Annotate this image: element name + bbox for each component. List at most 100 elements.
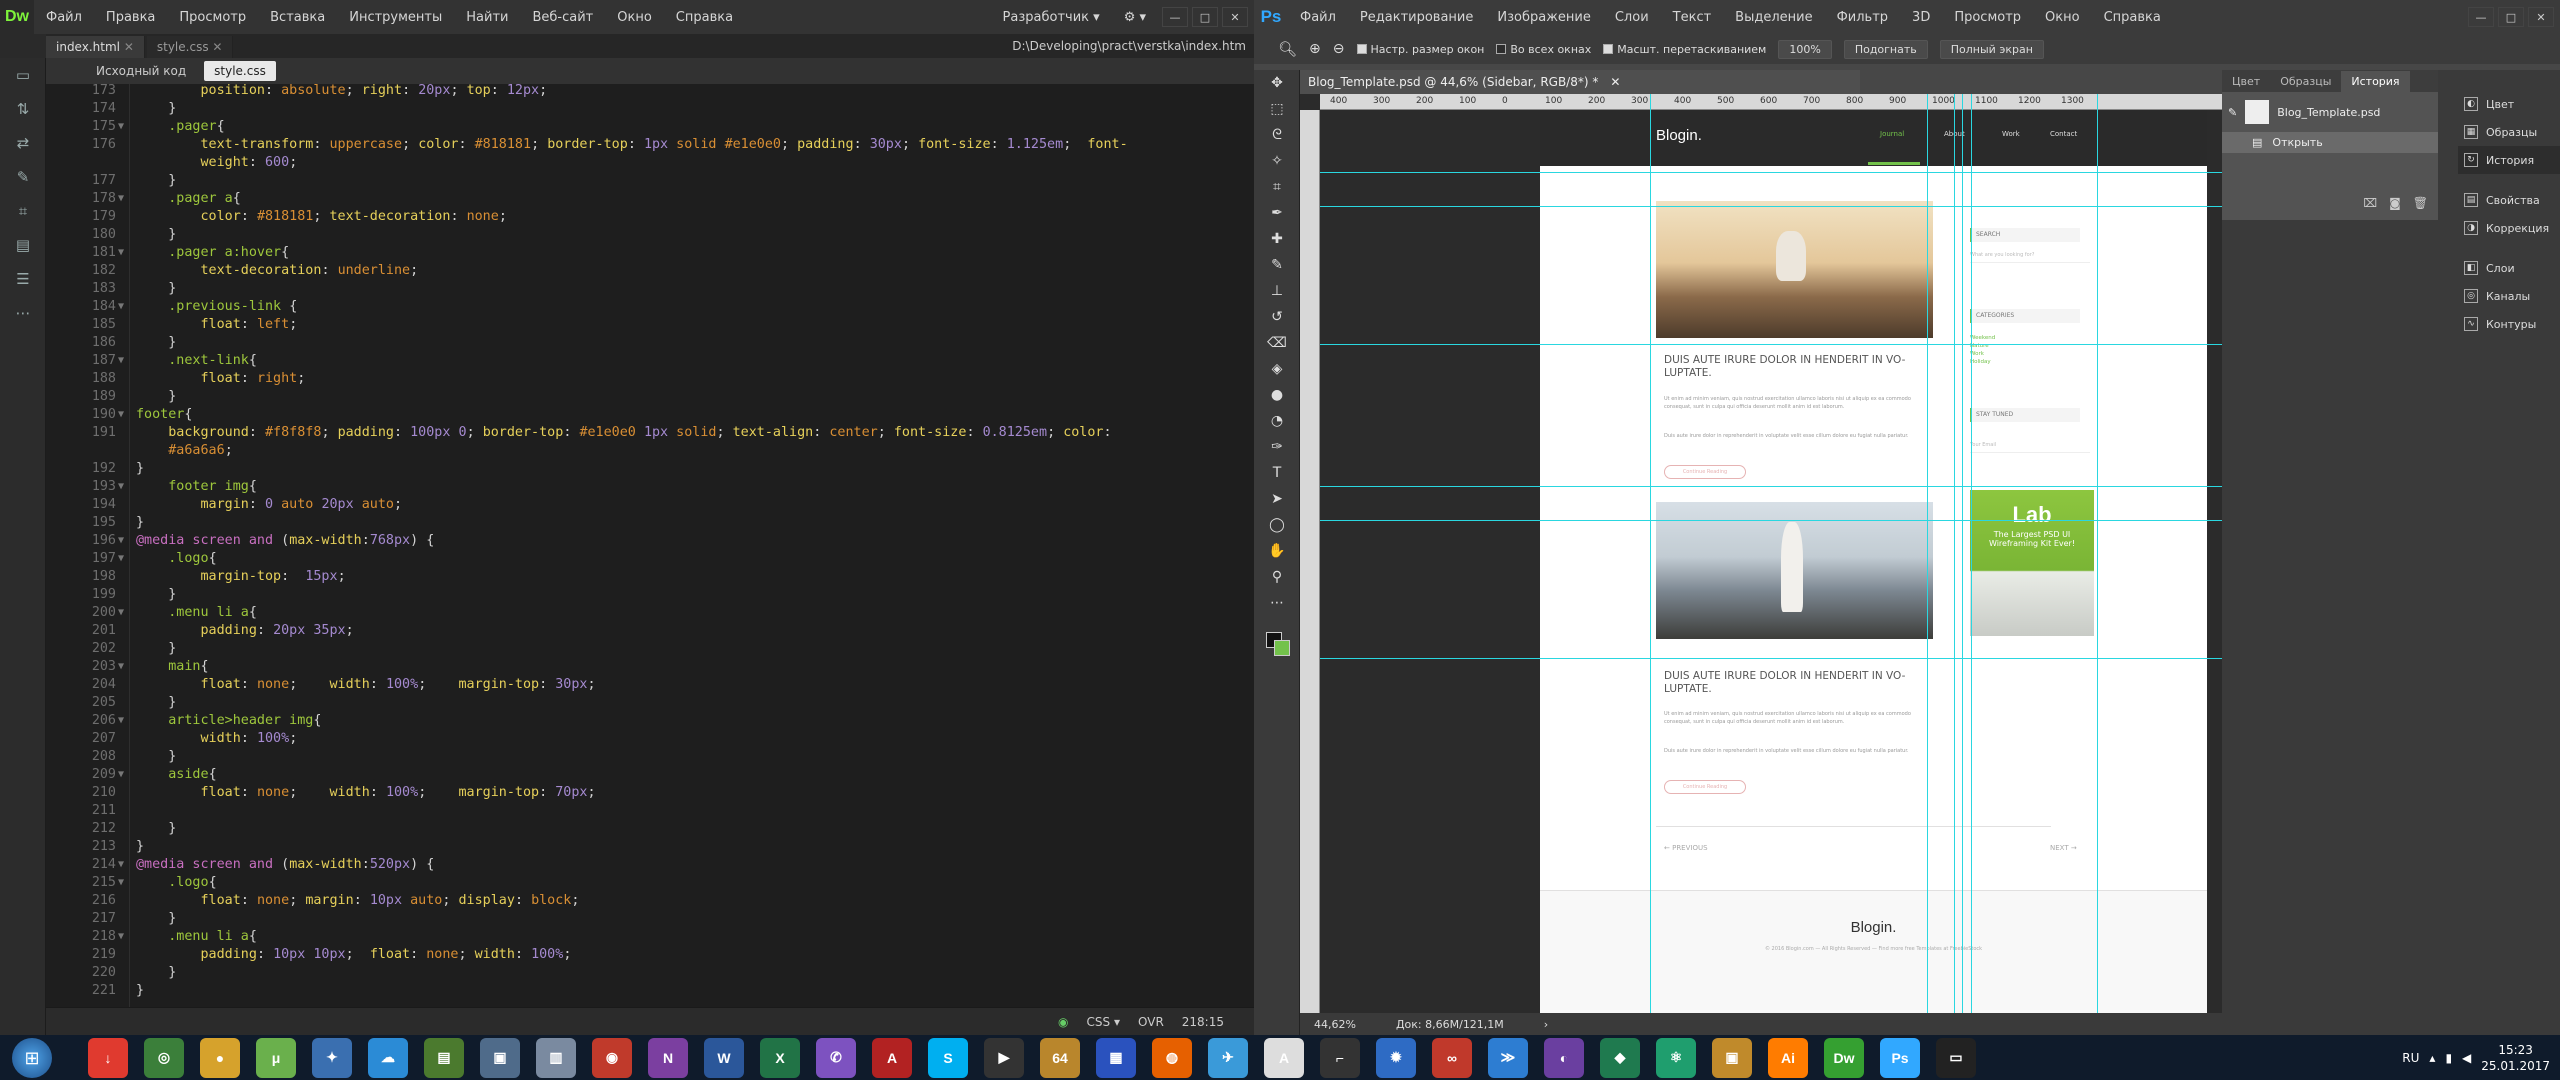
all-windows-checkbox[interactable]: Во всех окнах: [1496, 43, 1591, 56]
code-line[interactable]: 179 color: #818181; text-decoration: non…: [46, 208, 1246, 226]
taskbar-app-icon[interactable]: ◉: [592, 1037, 632, 1078]
code-line[interactable]: 195}: [46, 514, 1246, 532]
shape-tool-icon[interactable]: ◯: [1254, 512, 1300, 538]
taskbar-app-icon[interactable]: ◎: [144, 1037, 184, 1078]
trash-icon[interactable]: 🗑︎: [2413, 196, 2428, 210]
taskbar-app-icon[interactable]: N: [648, 1037, 688, 1078]
history-step-open[interactable]: ▤ Открыть: [2222, 132, 2438, 153]
fold-arrow-icon[interactable]: ▼: [118, 874, 124, 892]
history-panel-tab[interactable]: История: [2341, 70, 2410, 92]
code-line[interactable]: 198 margin-top: 15px;: [46, 568, 1246, 586]
code-line[interactable]: 211: [46, 802, 1246, 820]
comment-icon[interactable]: ▤: [0, 228, 46, 262]
taskbar-app-icon[interactable]: 64: [1040, 1037, 1080, 1078]
taskbar-app-icon[interactable]: Ai: [1768, 1037, 1808, 1078]
ps-menu-item[interactable]: Изображение: [1485, 10, 1602, 25]
maximize-button[interactable]: □: [1192, 7, 1218, 27]
code-line[interactable]: 215 ▼ .logo{: [46, 874, 1246, 892]
code-line[interactable]: 205 }: [46, 694, 1246, 712]
file-icon[interactable]: ▭: [0, 58, 46, 92]
brush-tool-icon[interactable]: ✎: [1254, 252, 1300, 278]
code-line[interactable]: 192}: [46, 460, 1246, 478]
dw-menu-item[interactable]: Правка: [94, 10, 167, 25]
close-doc-icon[interactable]: ✕: [1610, 75, 1620, 89]
format-icon[interactable]: ☰: [0, 262, 46, 296]
code-line[interactable]: 213}: [46, 838, 1246, 856]
fit-screen-button[interactable]: Подогнать: [1843, 39, 1928, 59]
related-source-code[interactable]: Исходный код: [86, 61, 196, 81]
fold-arrow-icon[interactable]: ▼: [118, 766, 124, 784]
code-editor[interactable]: 173 position: absolute; right: 20px; top…: [46, 84, 1254, 1007]
ps-document-tab[interactable]: Blog_Template.psd @ 44,6% (Sidebar, RGB/…: [1300, 70, 1860, 94]
taskbar-app-icon[interactable]: ◐: [1544, 1037, 1584, 1078]
dw-menu-item[interactable]: Файл: [34, 10, 94, 25]
dw-menu-item[interactable]: Просмотр: [167, 10, 258, 25]
dock-panel-palette[interactable]: ◐ Цвет: [2458, 90, 2560, 118]
dock-panel-layers[interactable]: ◧ Слои: [2458, 254, 2560, 282]
code-line[interactable]: 214 ▼ @media screen and (max-width:520px) …: [46, 856, 1246, 874]
tag-icon[interactable]: ⌗: [0, 194, 46, 228]
code-line[interactable]: 210 float: none; width: 100%; margin-top…: [46, 784, 1246, 802]
start-button[interactable]: ⊞: [12, 1038, 52, 1078]
code-line[interactable]: 191 background: #f8f8f8; padding: 100px …: [46, 424, 1246, 442]
code-icon[interactable]: ⇅: [0, 92, 46, 126]
eyedropper-icon[interactable]: ✒: [1254, 200, 1300, 226]
fold-arrow-icon[interactable]: ▼: [118, 244, 124, 262]
code-line[interactable]: 200 ▼ .menu li a{: [46, 604, 1246, 622]
more-icon[interactable]: ⋯: [0, 296, 46, 330]
ps-menu-item[interactable]: 3D: [1900, 10, 1942, 25]
camera-icon[interactable]: ◙: [2389, 196, 2401, 210]
taskbar-app-icon[interactable]: Ps: [1880, 1037, 1920, 1078]
code-line[interactable]: 185 float: left;: [46, 316, 1246, 334]
fold-arrow-icon[interactable]: ▼: [118, 658, 124, 676]
ps-maximize-button[interactable]: □: [2498, 7, 2524, 27]
volume-icon[interactable]: ◀: [2462, 1051, 2471, 1065]
code-line[interactable]: 203 ▼ main{: [46, 658, 1246, 676]
code-line[interactable]: 209 ▼ aside{: [46, 766, 1246, 784]
code-line[interactable]: 212 }: [46, 820, 1246, 838]
code-line[interactable]: 217 }: [46, 910, 1246, 928]
taskbar-app-icon[interactable]: ✹: [1376, 1037, 1416, 1078]
tab-style-css[interactable]: style.css ✕: [146, 36, 234, 58]
ps-menu-item[interactable]: Выделение: [1723, 10, 1824, 25]
code-line[interactable]: 207 width: 100%;: [46, 730, 1246, 748]
ps-menu-item[interactable]: Слои: [1603, 10, 1661, 25]
taskbar-app-icon[interactable]: ✆: [816, 1037, 856, 1078]
history-brush-icon[interactable]: ↺: [1254, 304, 1300, 330]
taskbar-app-icon[interactable]: ☁: [368, 1037, 408, 1078]
pen-tool-icon[interactable]: ✑: [1254, 434, 1300, 460]
dw-menu-item[interactable]: Справка: [664, 10, 745, 25]
taskbar-app-icon[interactable]: ⌐: [1320, 1037, 1360, 1078]
zoom-in-icon[interactable]: ⊕: [1309, 41, 1321, 57]
code-line[interactable]: 218 ▼ .menu li a{: [46, 928, 1246, 946]
code-line[interactable]: 202 }: [46, 640, 1246, 658]
taskbar-app-icon[interactable]: S: [928, 1037, 968, 1078]
code-line[interactable]: 186 }: [46, 334, 1246, 352]
taskbar-app-icon[interactable]: ▥: [536, 1037, 576, 1078]
code-line[interactable]: 208 }: [46, 748, 1246, 766]
code-line[interactable]: 176 text-transform: uppercase; color: #8…: [46, 136, 1246, 154]
related-style-css[interactable]: style.css: [204, 61, 276, 81]
fold-arrow-icon[interactable]: ▼: [118, 856, 124, 874]
code-line[interactable]: 188 float: right;: [46, 370, 1246, 388]
taskbar-app-icon[interactable]: ◆: [1600, 1037, 1640, 1078]
code-line[interactable]: 190 ▼ footer{: [46, 406, 1246, 424]
history-panel-tab[interactable]: Образцы: [2270, 71, 2341, 92]
quick-select-icon[interactable]: ✧: [1254, 148, 1300, 174]
taskbar-app-icon[interactable]: ▣: [480, 1037, 520, 1078]
zoom-100-button[interactable]: 100%: [1778, 39, 1832, 59]
scrubby-zoom-checkbox[interactable]: Масшт. перетаскиванием: [1603, 43, 1766, 56]
code-line[interactable]: 204 float: none; width: 100%; margin-top…: [46, 676, 1246, 694]
stamp-tool-icon[interactable]: ⊥: [1254, 278, 1300, 304]
hand-tool-icon[interactable]: ✋: [1254, 538, 1300, 564]
ps-menu-item[interactable]: Окно: [2033, 10, 2092, 25]
ps-menu-item[interactable]: Фильтр: [1825, 10, 1900, 25]
network-icon[interactable]: ▮: [2445, 1051, 2452, 1065]
fold-arrow-icon[interactable]: ▼: [118, 550, 124, 568]
code-line[interactable]: 201 padding: 20px 35px;: [46, 622, 1246, 640]
code-line[interactable]: 178 ▼ .pager a{: [46, 190, 1246, 208]
code-line[interactable]: 216 float: none; margin: 10px auto; disp…: [46, 892, 1246, 910]
dock-panel-grid[interactable]: ▦ Образцы: [2458, 118, 2560, 146]
eraser-tool-icon[interactable]: ⌫: [1254, 330, 1300, 356]
taskbar-app-icon[interactable]: ↓: [88, 1037, 128, 1078]
